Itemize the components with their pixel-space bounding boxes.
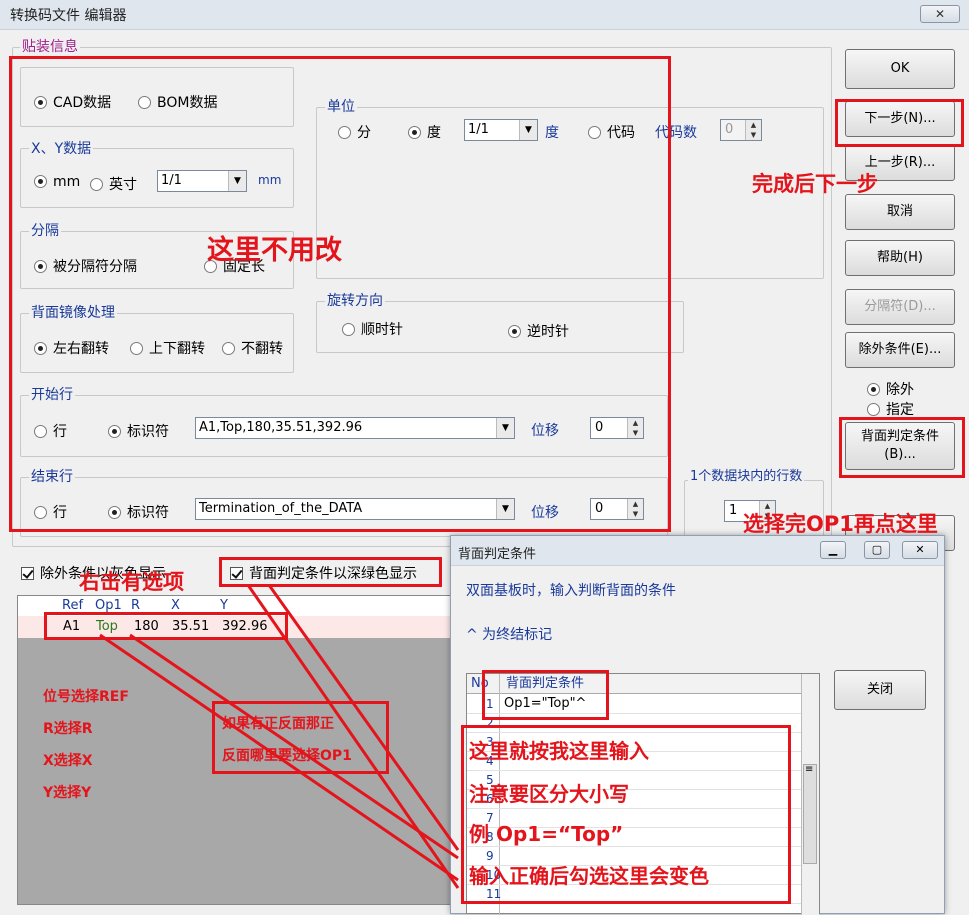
- annotation-arrows: [99, 584, 460, 889]
- arrow-line-op1: [99, 633, 459, 882]
- arrow-line-op1-2: [129, 633, 459, 860]
- arrow-line-check-2: [267, 584, 460, 851]
